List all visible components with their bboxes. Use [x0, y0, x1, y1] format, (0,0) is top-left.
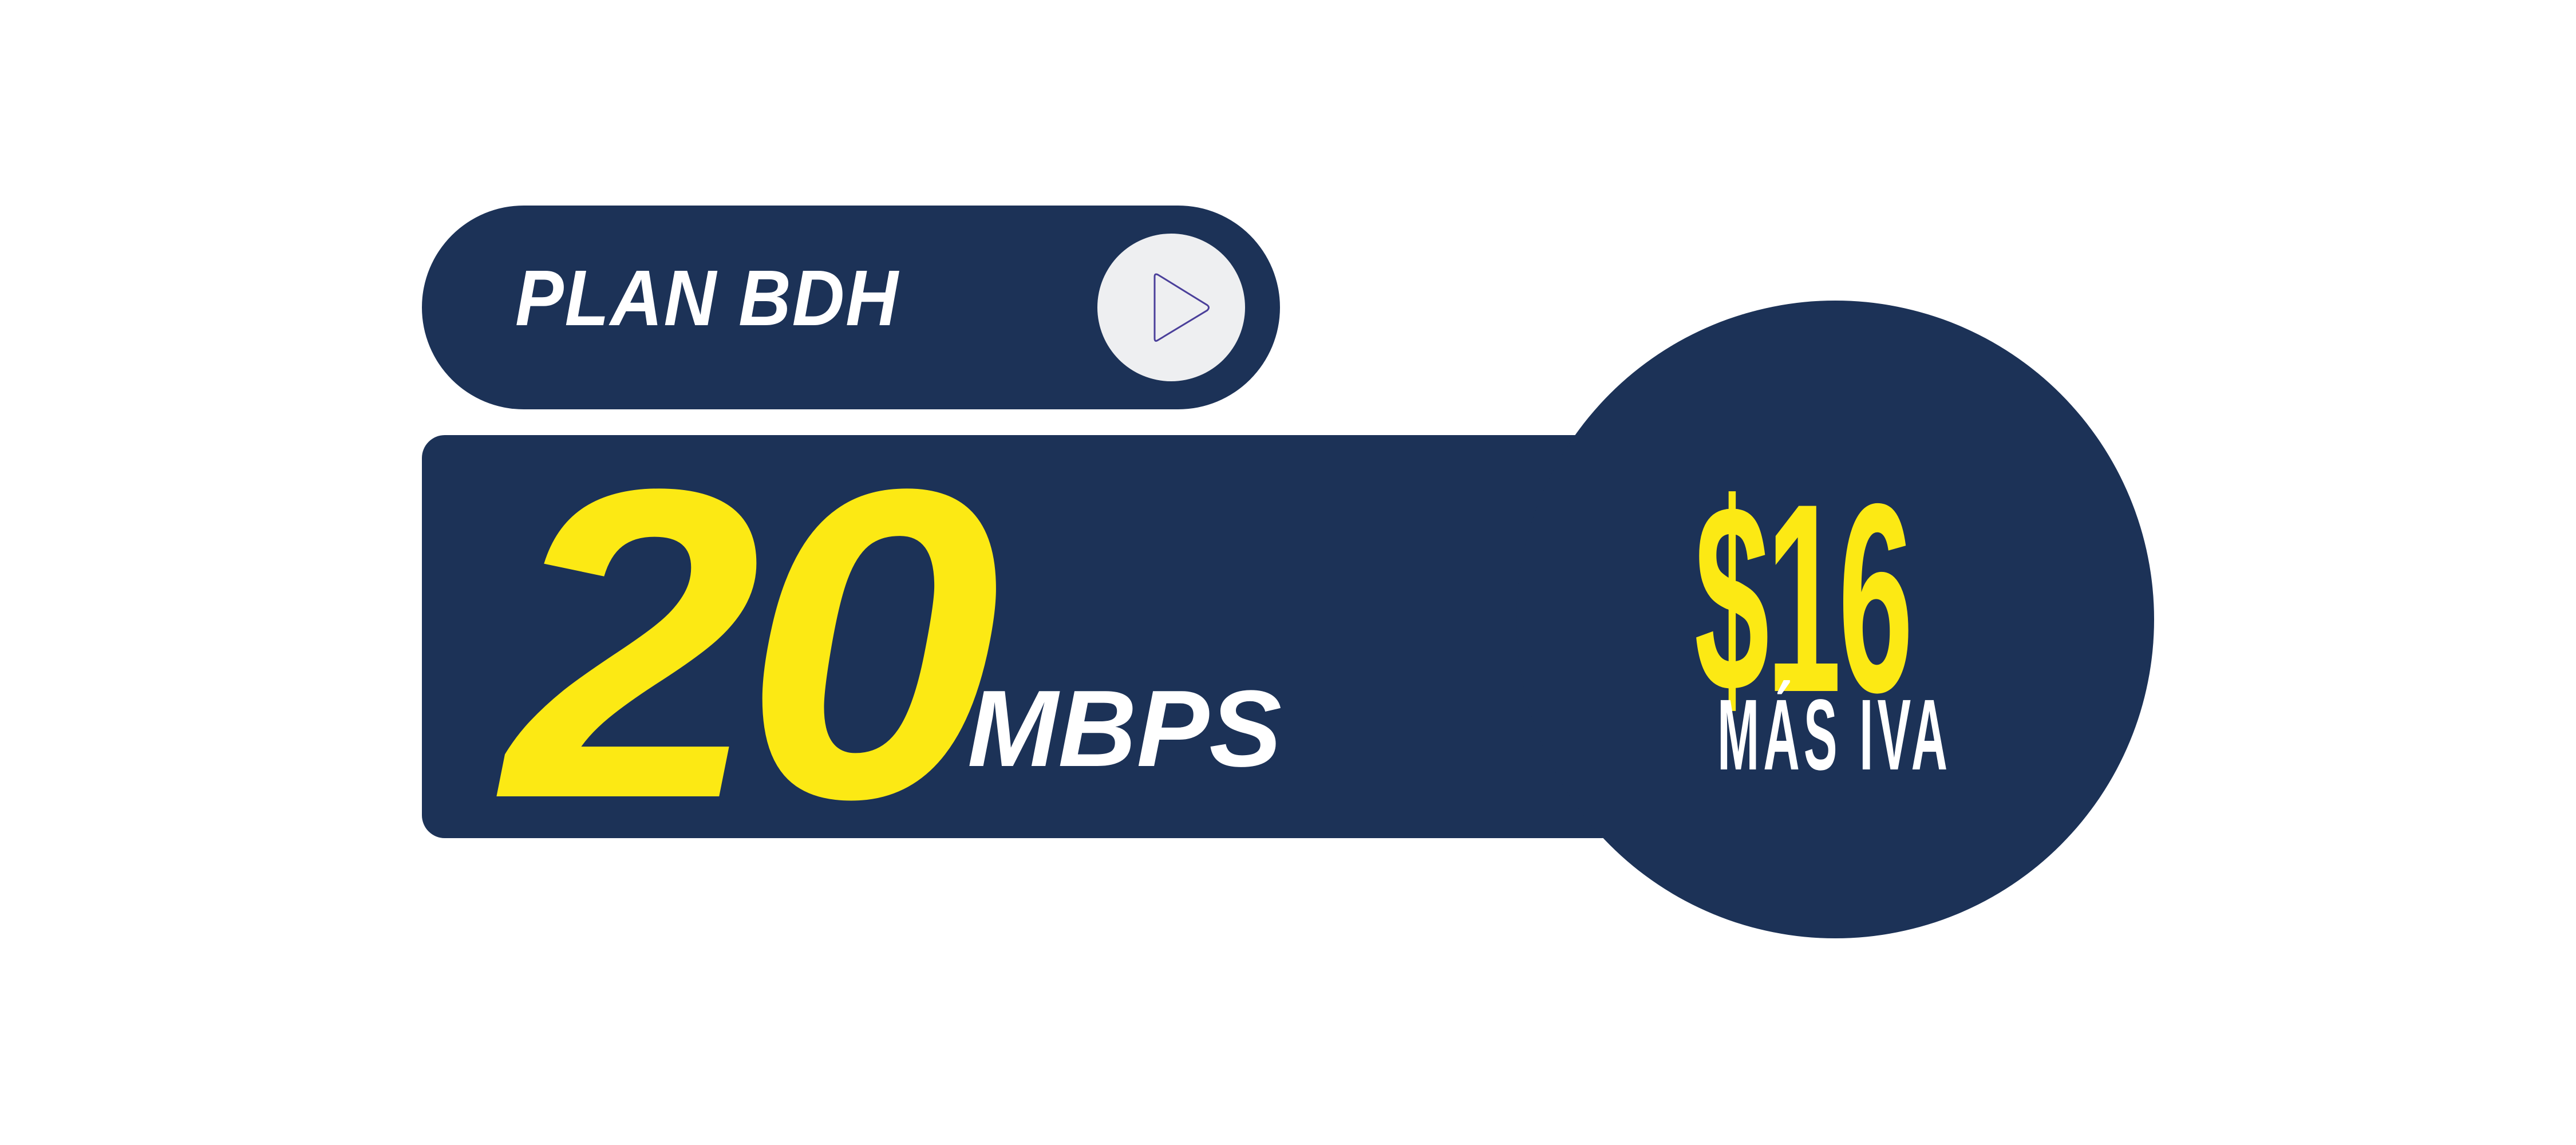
- price-note: MÁS IVA: [1717, 679, 1952, 791]
- speed-value: 20: [504, 398, 1001, 890]
- play-button[interactable]: [1097, 234, 1245, 381]
- speed-unit: MBPS: [967, 668, 1282, 789]
- play-icon: [1153, 273, 1210, 342]
- plan-title: PLAN BDH: [515, 254, 899, 342]
